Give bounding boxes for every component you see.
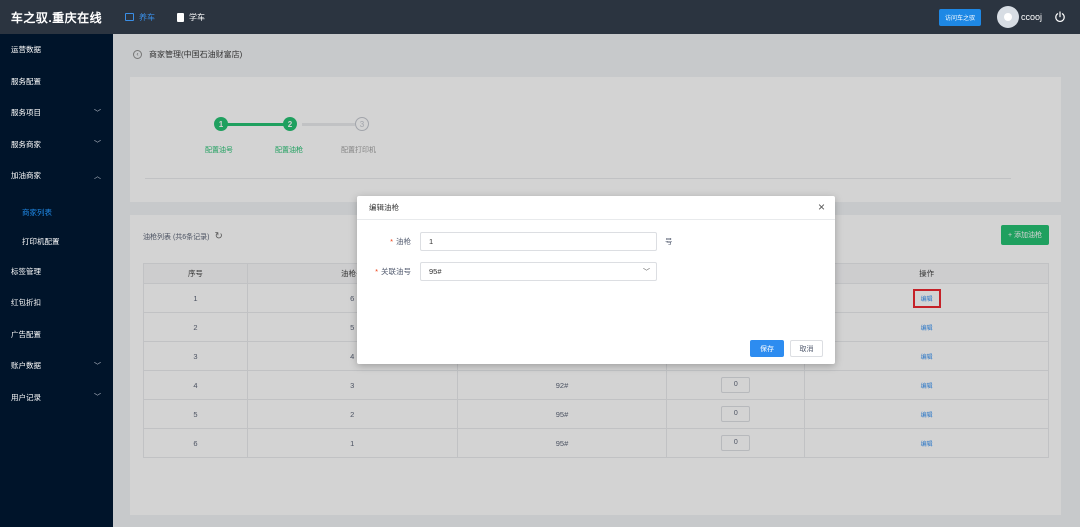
dialog-title: 编辑油枪 <box>357 196 835 220</box>
oil-type-select[interactable]: 95# ﹀ <box>420 262 657 281</box>
sidebar-item-label: 用户记录 <box>11 392 41 402</box>
sidebar-item-fuwupeizhi[interactable]: 服务配置 <box>0 66 113 98</box>
oil-label: * 关联油号 <box>375 267 411 276</box>
chevron-down-icon: ﹀ <box>94 362 101 370</box>
sidebar-item-jiayoushangjia[interactable]: 加油商家 ︿ <box>0 160 113 192</box>
nav-label: 学车 <box>189 12 205 22</box>
sidebar-item-label: 运营数据 <box>11 45 41 55</box>
visit-button[interactable]: 访问车之驭 <box>938 8 981 26</box>
sidebar-subitem-dayinji[interactable]: 打印机配置 <box>0 227 113 256</box>
folder-icon <box>125 13 134 21</box>
user-icon <box>1003 13 1012 21</box>
header-right: 访问车之驭 ccooj <box>938 6 1080 28</box>
sidebar-item-label: 广告配置 <box>11 329 41 339</box>
sidebar-item-label: 服务配置 <box>11 76 41 86</box>
gun-suffix: 号 <box>665 237 673 246</box>
save-button[interactable]: 保存 <box>750 340 784 357</box>
sidebar-subitem-shangjialiebiao[interactable]: 商家列表 <box>0 198 113 227</box>
sidebar-item-fuwuxiangmu[interactable]: 服务项目 ﹀ <box>0 97 113 129</box>
chevron-down-icon: ﹀ <box>643 269 650 276</box>
sidebar-item-fuwushangjia[interactable]: 服务商家 ﹀ <box>0 129 113 161</box>
power-icon[interactable] <box>1054 11 1066 23</box>
sidebar-item-biaoqian[interactable]: 标签管理 <box>0 256 113 288</box>
sidebar-item-zhanghu[interactable]: 账户数据 ﹀ <box>0 350 113 382</box>
chevron-down-icon: ﹀ <box>94 109 101 117</box>
sidebar-item-label: 红包折扣 <box>11 298 41 308</box>
nav-yangche[interactable]: 养车 <box>125 12 155 23</box>
sidebar-item-label: 账户数据 <box>11 361 41 371</box>
sidebar-item-label: 服务商家 <box>11 139 41 149</box>
cancel-button[interactable]: 取消 <box>790 340 823 357</box>
sidebar-item-label: 加油商家 <box>11 171 41 181</box>
chevron-up-icon: ︿ <box>94 172 101 180</box>
sidebar-item-yunying[interactable]: 运营数据 <box>0 34 113 66</box>
chevron-down-icon: ﹀ <box>94 141 101 149</box>
form-row-oil: * 关联油号 95# ﹀ <box>357 262 835 281</box>
top-header: 车之驭.重庆在线 养车 学车 访问车之驭 ccooj <box>0 0 1080 34</box>
sidebar-item-label: 标签管理 <box>11 266 41 276</box>
brand-logo: 车之驭.重庆在线 <box>10 10 103 25</box>
sidebar-item-label: 打印机配置 <box>22 236 60 246</box>
sidebar: 运营数据 服务配置 服务项目 ﹀ 服务商家 ﹀ 加油商家 ︿ 商家列表 打印机配置 标… <box>0 34 113 527</box>
avatar[interactable] <box>996 6 1019 28</box>
chevron-down-icon: ﹀ <box>94 394 101 402</box>
sidebar-item-guanggao[interactable]: 广告配置 <box>0 319 113 351</box>
sidebar-item-label: 服务项目 <box>11 108 41 118</box>
edit-gun-dialog: 编辑油枪 × * 油枪 1 号 * 关联油号 95# ﹀ 保存 取消 <box>357 196 835 364</box>
nav-label: 养车 <box>139 12 155 22</box>
close-icon[interactable]: × <box>818 201 825 213</box>
gun-label: * 油枪 <box>390 237 411 246</box>
sidebar-item-label: 商家列表 <box>22 207 52 217</box>
top-nav: 养车 学车 <box>125 0 227 34</box>
gun-number-input[interactable]: 1 <box>420 232 657 251</box>
form-row-gun: * 油枪 1 号 <box>357 232 835 251</box>
sidebar-item-hongbao[interactable]: 红包折扣 <box>0 287 113 319</box>
sidebar-item-yonghu[interactable]: 用户记录 ﹀ <box>0 382 113 414</box>
username[interactable]: ccooj <box>1021 12 1042 22</box>
nav-xueche[interactable]: 学车 <box>177 12 205 23</box>
building-icon <box>177 12 184 22</box>
